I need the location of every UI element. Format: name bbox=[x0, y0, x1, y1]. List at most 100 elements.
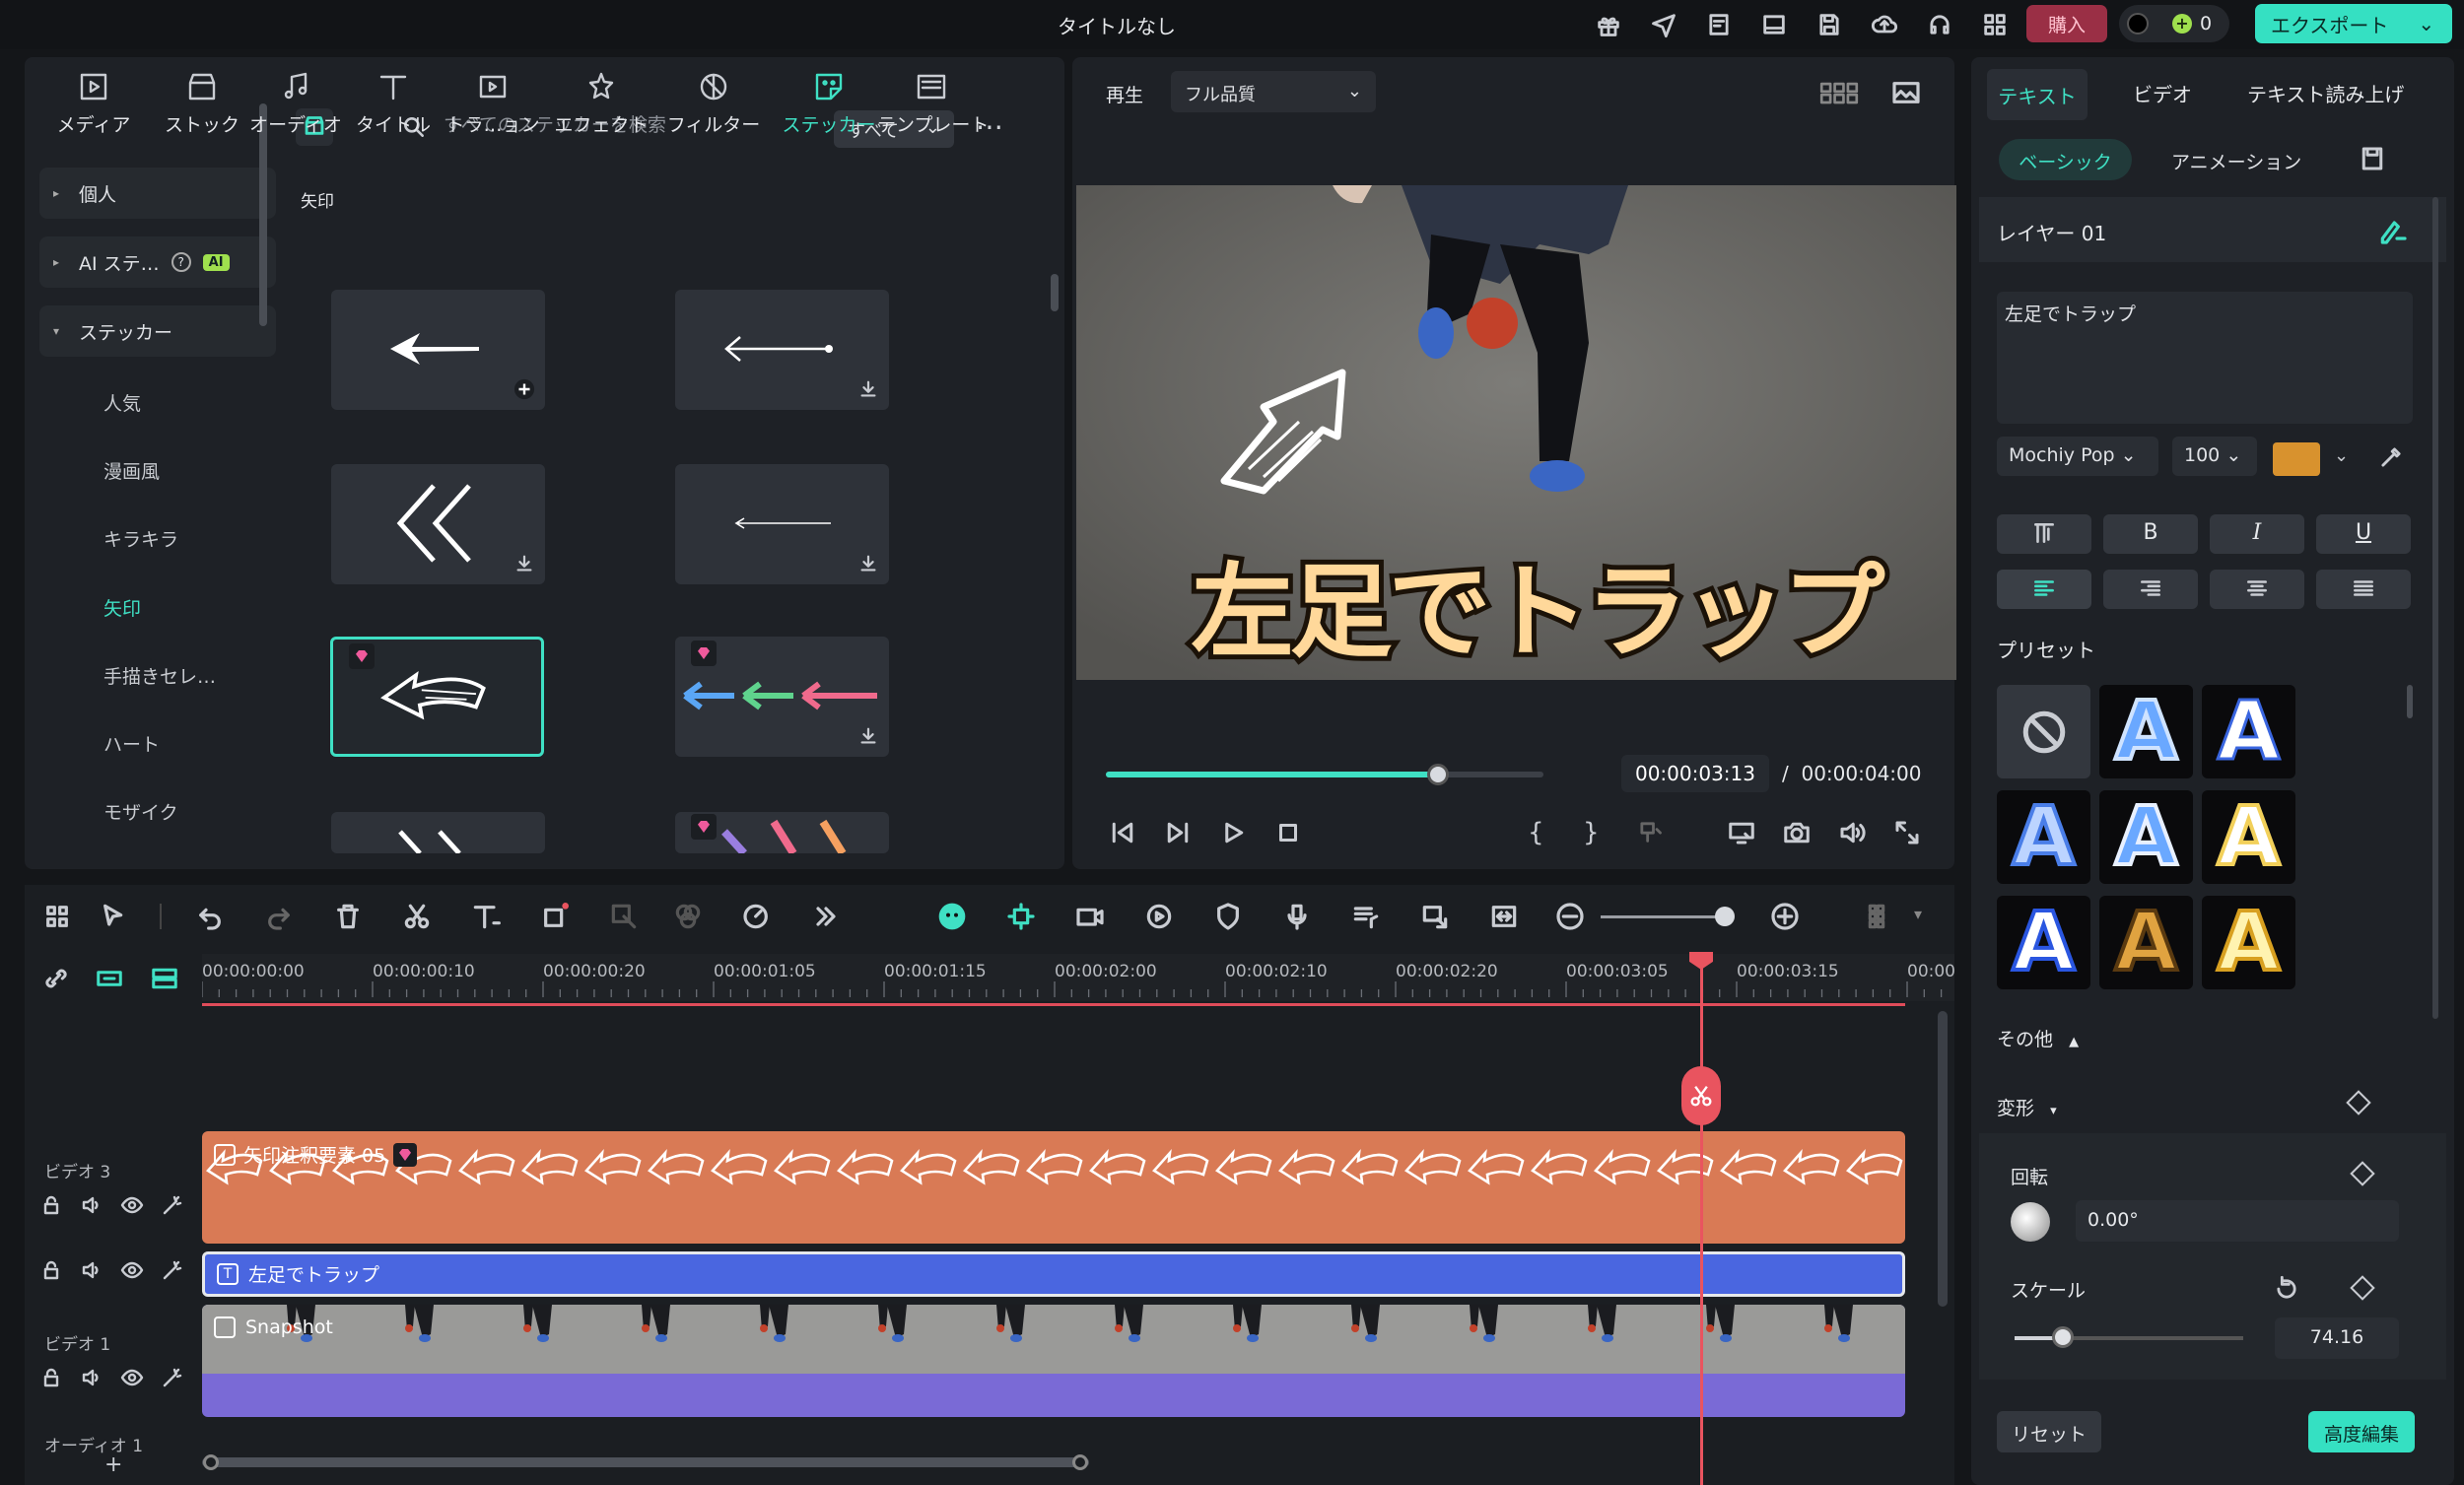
reset-button[interactable]: リセット bbox=[1997, 1411, 2101, 1452]
sidebar-group-sticker[interactable]: ▾ ステッカー bbox=[39, 305, 276, 357]
add-icon[interactable] bbox=[513, 378, 535, 400]
magic-wand-icon[interactable] bbox=[161, 1193, 184, 1217]
zoom-out-icon[interactable] bbox=[1552, 899, 1588, 934]
video-clip[interactable]: Snapshot bbox=[202, 1305, 1905, 1417]
chevron-down-icon[interactable]: ▾ bbox=[1914, 905, 1922, 923]
work-area-bar[interactable] bbox=[202, 1003, 1905, 1006]
align-right-icon[interactable] bbox=[2103, 570, 2198, 609]
playhead-line[interactable] bbox=[1700, 956, 1703, 1485]
select-tool-icon[interactable] bbox=[97, 899, 132, 934]
timeline-horizontal-scrollbar[interactable] bbox=[202, 1457, 1089, 1467]
subtab-animation[interactable]: アニメーション bbox=[2171, 148, 2301, 174]
zoom-in-icon[interactable] bbox=[1767, 899, 1803, 934]
other-section-toggle[interactable]: その他 ▲ bbox=[1997, 1025, 2079, 1051]
italic-button[interactable]: I bbox=[2210, 514, 2304, 554]
export-button[interactable]: エクスポート ⌄ bbox=[2255, 4, 2452, 43]
layout-grid-icon[interactable] bbox=[39, 899, 75, 934]
reset-scale-icon[interactable] bbox=[2273, 1275, 2300, 1303]
tab-video[interactable]: ビデオ bbox=[2133, 79, 2192, 107]
sidebar-item-popular[interactable]: 人気 bbox=[103, 389, 141, 416]
save-icon[interactable] bbox=[1812, 8, 1847, 41]
font-family-dropdown[interactable]: Mochiy Pop ⌄ bbox=[1997, 437, 2158, 476]
replace-clip-icon[interactable] bbox=[1417, 899, 1453, 934]
zoom-slider-track[interactable] bbox=[1601, 915, 1731, 918]
text-color-swatch[interactable] bbox=[2273, 442, 2320, 476]
eyedropper-icon[interactable] bbox=[2377, 443, 2405, 471]
sticker-double-chevron-left[interactable] bbox=[331, 464, 545, 584]
preset-none-icon[interactable] bbox=[1997, 685, 2090, 778]
timeline-layout-icon[interactable] bbox=[1863, 899, 1898, 934]
stop-icon[interactable] bbox=[1273, 818, 1307, 851]
download-icon[interactable] bbox=[513, 553, 535, 574]
speaker-icon[interactable] bbox=[80, 1258, 103, 1282]
tab-media[interactable]: メディア bbox=[39, 69, 148, 137]
text-tool-icon[interactable] bbox=[468, 899, 504, 934]
sidebar-item-heart[interactable]: ハート bbox=[103, 730, 160, 757]
crop-icon[interactable] bbox=[537, 899, 573, 934]
add-audio-track-icon[interactable]: + bbox=[104, 1452, 122, 1477]
rotation-input[interactable]: 0.00° bbox=[2076, 1200, 2399, 1242]
bold-button[interactable]: B bbox=[2103, 514, 2198, 554]
lock-icon[interactable] bbox=[39, 1193, 63, 1217]
send-icon[interactable] bbox=[1646, 8, 1681, 41]
preset-style-5[interactable]: A bbox=[2202, 788, 2295, 886]
headset-icon[interactable] bbox=[1922, 8, 1957, 41]
cloud-upload-icon[interactable] bbox=[1867, 8, 1902, 41]
sticker-arrow-left-hairline[interactable] bbox=[675, 464, 889, 584]
tab-title[interactable]: タイトル bbox=[339, 69, 447, 137]
sticker-clip[interactable]: 矢印注釈要素 05 bbox=[202, 1131, 1905, 1244]
ai-cutout-icon[interactable] bbox=[606, 899, 642, 934]
tab-filter[interactable]: フィルター bbox=[659, 69, 768, 137]
tab-effect[interactable]: エフェクト bbox=[547, 69, 655, 137]
camera-icon[interactable] bbox=[1782, 818, 1815, 851]
ai-speed-icon[interactable] bbox=[739, 899, 775, 934]
apps-grid-icon[interactable] bbox=[1977, 8, 2013, 41]
play-icon[interactable] bbox=[1218, 818, 1252, 851]
shield-icon[interactable] bbox=[1210, 899, 1246, 934]
split-scissors-icon[interactable] bbox=[399, 899, 435, 934]
snapshot-image-icon[interactable] bbox=[1890, 77, 1922, 108]
insert-marker-icon[interactable] bbox=[1636, 818, 1670, 851]
preset-style-7[interactable]: A bbox=[2099, 894, 2193, 991]
step-forward-icon[interactable] bbox=[1163, 818, 1197, 851]
advanced-edit-button[interactable]: 高度編集 bbox=[2308, 1411, 2415, 1452]
tab-transition[interactable]: トラ…ョン bbox=[439, 69, 547, 137]
scale-input[interactable]: 74.16 bbox=[2275, 1317, 2399, 1359]
ai-text-edit-icon[interactable] bbox=[2377, 215, 2409, 246]
grid-view-icon[interactable] bbox=[1819, 79, 1859, 106]
link-icon[interactable] bbox=[41, 964, 71, 993]
sidebar-item-sparkle[interactable]: キラキラ bbox=[103, 525, 178, 552]
more-tools-icon[interactable] bbox=[808, 899, 844, 934]
tab-stock[interactable]: ストック bbox=[148, 69, 256, 137]
color-dropdown-chevron-icon[interactable]: ⌄ bbox=[2334, 445, 2349, 466]
preset-style-3[interactable]: A bbox=[1997, 788, 2090, 886]
download-icon[interactable] bbox=[857, 553, 879, 574]
scroll-start-handle[interactable] bbox=[203, 1454, 219, 1470]
underline-button[interactable]: U bbox=[2316, 514, 2411, 554]
rotation-dial[interactable] bbox=[2011, 1202, 2050, 1242]
layout-icon[interactable] bbox=[1756, 8, 1792, 41]
display-settings-icon[interactable] bbox=[1727, 818, 1760, 851]
font-size-dropdown[interactable]: 100 ⌄ bbox=[2172, 437, 2257, 476]
buy-button[interactable]: 購入 bbox=[2026, 5, 2107, 42]
magic-wand-icon[interactable] bbox=[161, 1366, 184, 1389]
text-clip[interactable]: T 左足でトラップ bbox=[202, 1251, 1905, 1297]
quality-dropdown[interactable]: フル品質 ⌄ bbox=[1171, 71, 1376, 112]
speaker-icon[interactable] bbox=[80, 1193, 103, 1217]
sidebar-item-arrow[interactable]: 矢印 bbox=[103, 594, 141, 621]
sticker-rainbow-arrows[interactable] bbox=[675, 637, 889, 757]
sidebar-item-manga[interactable]: 漫画風 bbox=[103, 457, 160, 484]
playhead-split-icon[interactable] bbox=[1681, 1066, 1721, 1125]
audio-track-icon[interactable] bbox=[1348, 899, 1384, 934]
help-icon[interactable]: ? bbox=[171, 252, 191, 272]
color-match-icon[interactable] bbox=[670, 899, 706, 934]
clipboard-icon[interactable] bbox=[1701, 8, 1737, 41]
property-panel-scrollbar[interactable] bbox=[2432, 197, 2438, 1019]
save-preset-icon[interactable] bbox=[2358, 144, 2387, 173]
current-timecode[interactable]: 00:00:03:13 bbox=[1621, 755, 1769, 792]
lock-icon[interactable] bbox=[39, 1258, 63, 1282]
preset-style-2[interactable]: A bbox=[2202, 684, 2295, 780]
vertical-text-icon[interactable] bbox=[1997, 514, 2091, 554]
preset-style-8[interactable]: A bbox=[2202, 894, 2295, 991]
tab-template[interactable]: テンプレート bbox=[877, 69, 989, 137]
